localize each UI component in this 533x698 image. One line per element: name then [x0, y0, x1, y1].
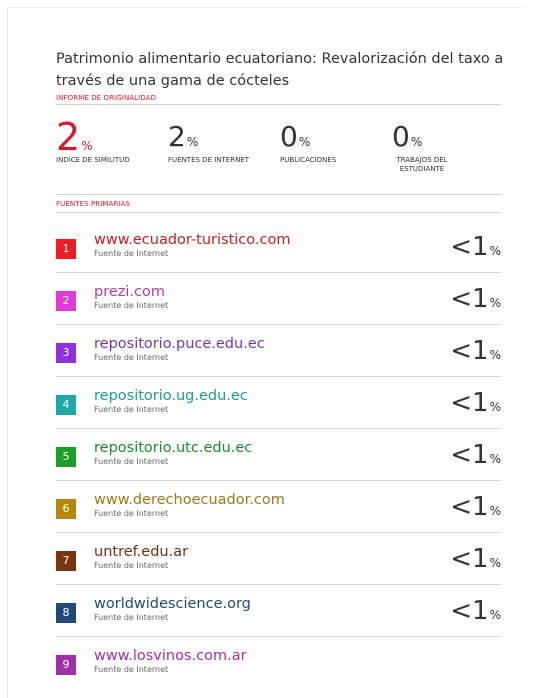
- source-type: Fuente de Internet: [94, 457, 169, 466]
- source-row: 7 untref.edu.ar Fuente de Internet <1%: [56, 533, 501, 585]
- source-row: 2 prezi.com Fuente de Internet <1%: [56, 273, 501, 325]
- source-score-value: <1: [450, 388, 489, 418]
- source-score-unit: %: [489, 556, 501, 570]
- source-score-value: <1: [450, 232, 489, 262]
- source-score-unit: %: [489, 400, 501, 414]
- source-type: Fuente de Internet: [94, 353, 169, 362]
- source-rank-badge: 2: [56, 291, 76, 311]
- primary-sources-label: FUENTES PRIMARIAS: [56, 200, 131, 208]
- originality-report-page: Patrimonio alimentario ecuatoriano: Reva…: [8, 8, 526, 698]
- source-score-unit: %: [489, 348, 501, 362]
- publications-stat: 0% PUBLICACIONES: [280, 120, 336, 165]
- source-url-link[interactable]: prezi.com: [94, 283, 165, 301]
- source-score-value: <1: [450, 336, 489, 366]
- source-url-link[interactable]: www.ecuador-turistico.com: [94, 231, 290, 249]
- source-score: <1%: [450, 597, 501, 625]
- source-url-link[interactable]: untref.edu.ar: [94, 543, 188, 561]
- student-papers-caption: TRABAJOS DEL ESTUDIANTE: [396, 156, 448, 173]
- source-score-unit: %: [489, 452, 501, 466]
- source-score: <1%: [450, 337, 501, 365]
- source-score-value: <1: [450, 284, 489, 314]
- source-type: Fuente de Internet: [94, 301, 169, 310]
- student-papers-stat: 0% TRABAJOS DEL ESTUDIANTE: [382, 120, 462, 174]
- source-type: Fuente de Internet: [94, 249, 169, 258]
- source-url-link[interactable]: www.losvinos.com.ar: [94, 647, 247, 665]
- source-row: 9 www.losvinos.com.ar Fuente de Internet: [56, 637, 501, 688]
- source-rank-badge: 7: [56, 551, 76, 571]
- primary-sources-list: 1 www.ecuador-turistico.com Fuente de In…: [56, 221, 501, 688]
- source-url-link[interactable]: repositorio.puce.edu.ec: [94, 335, 265, 353]
- internet-sources-value: 2: [168, 120, 186, 153]
- source-row: 4 repositorio.ug.edu.ec Fuente de Intern…: [56, 377, 501, 429]
- source-url-link[interactable]: repositorio.utc.edu.ec: [94, 439, 252, 457]
- similarity-index-caption: INDICE DE SIMILITUD: [56, 156, 130, 164]
- source-score-value: <1: [450, 544, 489, 574]
- similarity-index-stat: 2% INDICE DE SIMILITUD: [56, 118, 130, 165]
- source-score-unit: %: [489, 504, 501, 518]
- source-score: <1%: [450, 285, 501, 313]
- internet-sources-caption: FUENTES DE INTERNET: [168, 156, 250, 164]
- internet-sources-stat: 2% FUENTES DE INTERNET: [168, 120, 249, 165]
- source-rank-badge: 6: [56, 499, 76, 519]
- source-type: Fuente de Internet: [94, 613, 169, 622]
- divider: [56, 104, 501, 105]
- source-url-link[interactable]: repositorio.ug.edu.ec: [94, 387, 248, 405]
- source-type: Fuente de Internet: [94, 561, 169, 570]
- divider: [56, 212, 501, 213]
- similarity-index-value: 2: [56, 115, 81, 159]
- originality-section-label: INFORME DE ORIGINALIDAD: [56, 94, 157, 102]
- source-score-unit: %: [489, 608, 501, 622]
- internet-sources-unit: %: [186, 135, 199, 149]
- source-score: <1%: [450, 493, 501, 521]
- source-score-unit: %: [489, 244, 501, 258]
- source-row: 5 repositorio.utc.edu.ec Fuente de Inter…: [56, 429, 501, 481]
- divider: [56, 194, 501, 195]
- publications-caption: PUBLICACIONES: [280, 156, 337, 164]
- source-score: <1%: [450, 545, 501, 573]
- source-score-value: <1: [450, 492, 489, 522]
- source-type: Fuente de Internet: [94, 509, 169, 518]
- source-url-link[interactable]: www.derechoecuador.com: [94, 491, 285, 509]
- source-type: Fuente de Internet: [94, 665, 169, 674]
- source-score: [500, 649, 501, 677]
- source-score-unit: %: [489, 296, 501, 310]
- source-rank-badge: 3: [56, 343, 76, 363]
- publications-unit: %: [298, 135, 311, 149]
- source-rank-badge: 5: [56, 447, 76, 467]
- similarity-index-unit: %: [81, 139, 93, 153]
- source-rank-badge: 9: [56, 655, 76, 675]
- source-rank-badge: 4: [56, 395, 76, 415]
- source-score: <1%: [450, 441, 501, 469]
- source-url-link[interactable]: worldwidescience.org: [94, 595, 251, 613]
- source-rank-badge: 8: [56, 603, 76, 623]
- student-papers-unit: %: [410, 135, 423, 149]
- student-papers-value: 0: [392, 120, 410, 153]
- source-score: <1%: [450, 233, 501, 261]
- source-row: 3 repositorio.puce.edu.ec Fuente de Inte…: [56, 325, 501, 377]
- source-type: Fuente de Internet: [94, 405, 169, 414]
- source-score-value: <1: [450, 596, 489, 626]
- source-rank-badge: 1: [56, 239, 76, 259]
- source-row: 6 www.derechoecuador.com Fuente de Inter…: [56, 481, 501, 533]
- publications-value: 0: [280, 120, 298, 153]
- source-row: 8 worldwidescience.org Fuente de Interne…: [56, 585, 501, 637]
- source-score-value: <1: [450, 440, 489, 470]
- source-score: <1%: [450, 389, 501, 417]
- source-row: 1 www.ecuador-turistico.com Fuente de In…: [56, 221, 501, 273]
- document-title: Patrimonio alimentario ecuatoriano: Reva…: [56, 51, 504, 89]
